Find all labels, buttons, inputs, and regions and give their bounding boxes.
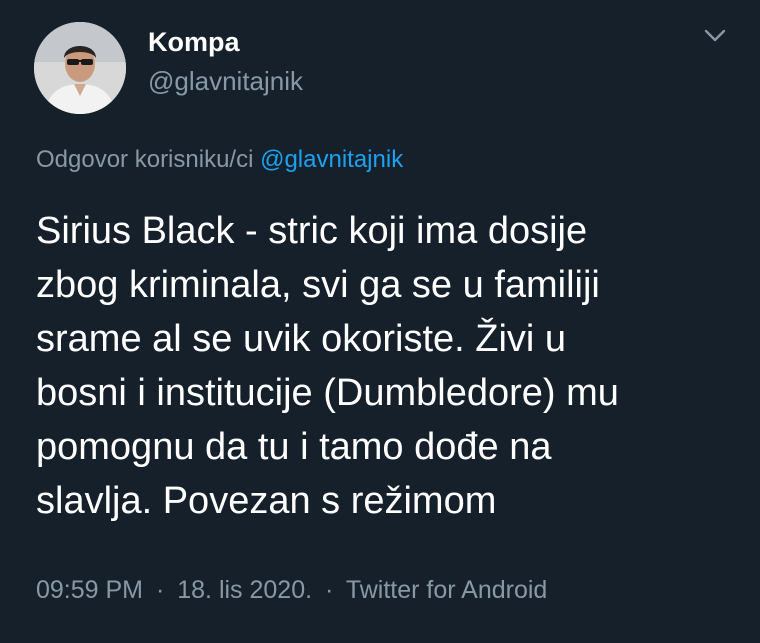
tweet-text-line: Sirius Black - stric koji ima dosije	[36, 210, 588, 252]
tweet-text-line: pomognu da tu i tamo dođe na	[36, 426, 552, 468]
tweet-card: Kompa @glavnitajnik Odgovor korisniku/ci…	[0, 0, 760, 643]
tweet-text-line: zbog kriminala, svi ga se u familiji	[36, 264, 600, 306]
chevron-down-icon[interactable]	[700, 24, 730, 46]
meta-separator: ·	[155, 576, 165, 604]
avatar-photo	[34, 22, 126, 114]
meta-separator: ·	[325, 576, 334, 604]
display-name[interactable]: Kompa	[148, 27, 240, 58]
tweet-text-line: bosni i institucije (Dumbledore) mu	[36, 372, 619, 414]
tweet-date[interactable]: 18. lis 2020.	[177, 576, 312, 604]
tweet-text: Sirius Black - stric koji ima dosije zbo…	[36, 204, 736, 528]
tweet-source-link[interactable]: Twitter for Android	[346, 576, 547, 604]
tweet-time[interactable]: 09:59 PM	[36, 576, 143, 604]
avatar[interactable]	[34, 22, 126, 114]
tweet-text-line: srame al se uvik okoriste. Živi u	[36, 318, 567, 360]
reply-prefix: Odgovor korisniku/ci	[36, 146, 254, 173]
user-handle[interactable]: @glavnitajnik	[148, 66, 303, 97]
tweet-text-line: slavlja. Povezan s režimom	[36, 480, 497, 522]
tweet-metadata: 09:59 PM · 18. lis 2020. · Twitter for A…	[36, 576, 547, 605]
reply-context: Odgovor korisniku/ci @glavnitajnik	[36, 146, 403, 174]
reply-mention-link[interactable]: @glavnitajnik	[260, 146, 403, 173]
